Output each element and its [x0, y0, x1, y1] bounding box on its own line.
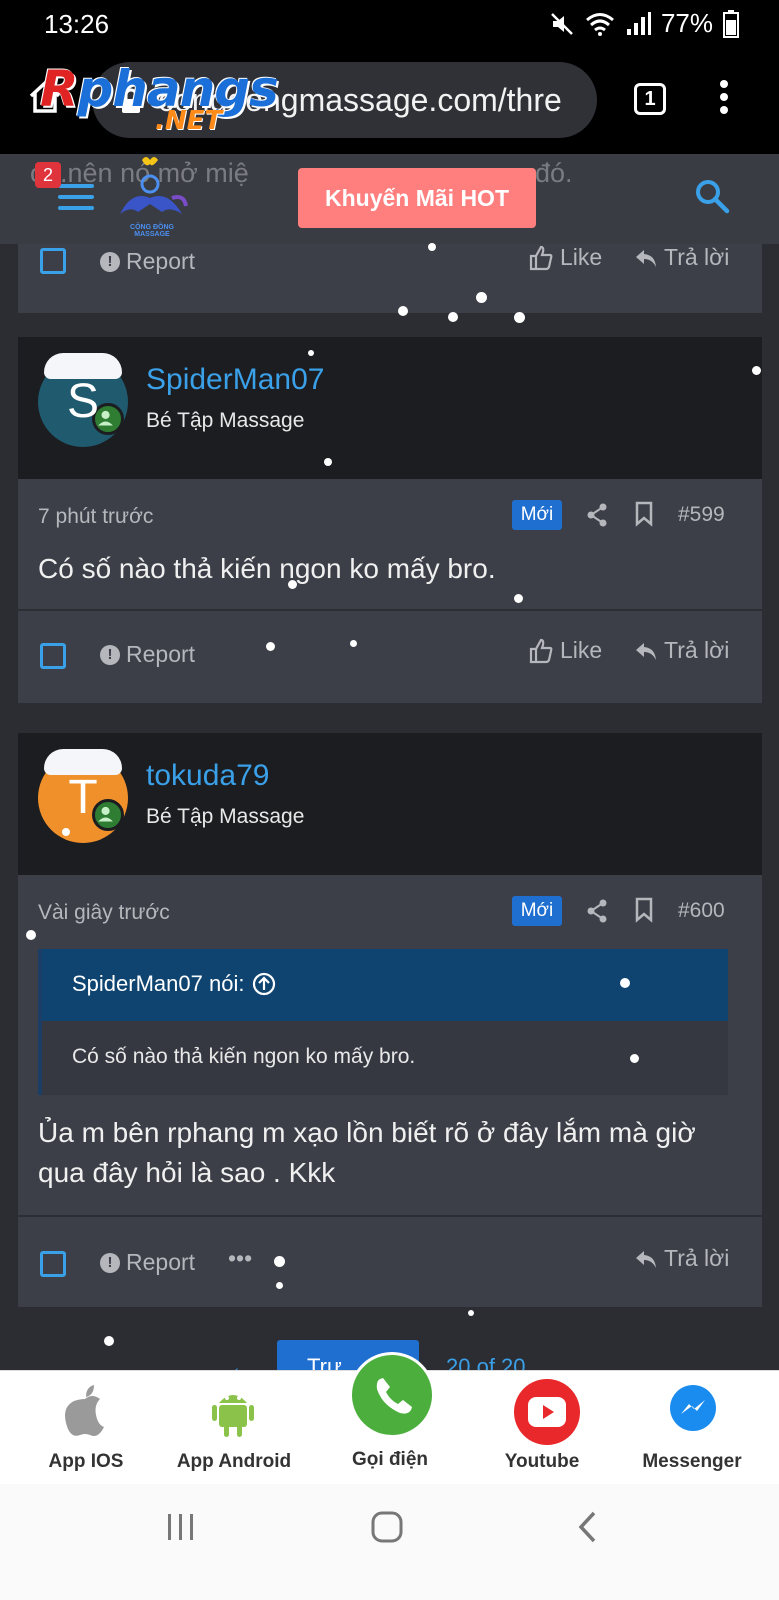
- bookmark-icon[interactable]: [634, 501, 654, 527]
- arrow-up-circle-icon[interactable]: [252, 972, 276, 996]
- home-nav-icon[interactable]: [370, 1510, 404, 1544]
- logo-caption: CỘNG ĐỒNG MASSAGE: [130, 224, 174, 238]
- quote-text: Có số nào thả kiến ngon ko mấy bro.: [72, 1045, 416, 1068]
- post-card: T tokuda79 Bé Tập Massage Vài giây trước…: [18, 733, 762, 1307]
- android-icon: [212, 1395, 254, 1437]
- post-content: Có số nào thả kiến ngon ko mấy bro.: [38, 553, 496, 584]
- quote-author: SpiderMan07 nói:: [72, 971, 276, 997]
- status-bar: 13:26 77%: [0, 0, 779, 50]
- previous-post-actions: ! Report Like Trả lời: [18, 244, 762, 313]
- new-badge: Mới: [512, 896, 562, 926]
- battery-icon: [723, 9, 739, 38]
- select-checkbox[interactable]: [40, 643, 66, 669]
- phone-icon[interactable]: [349, 1352, 435, 1438]
- reply-button[interactable]: Trả lời: [634, 1245, 729, 1272]
- report-button[interactable]: ! Report: [100, 248, 195, 275]
- search-icon[interactable]: [694, 178, 730, 214]
- apple-icon: [65, 1385, 104, 1436]
- battery-percent: 77%: [660, 8, 713, 38]
- reply-button[interactable]: Trả lời: [634, 637, 729, 664]
- like-label: Like: [560, 244, 603, 270]
- user-title: Bé Tập Massage: [146, 805, 305, 828]
- messenger-label: Messenger: [642, 1451, 742, 1472]
- reply-label: Trả lời: [664, 637, 730, 663]
- post-number[interactable]: #600: [678, 899, 725, 923]
- wifi-icon: [585, 12, 614, 36]
- post-meta: 7 phút trước Mới #599: [18, 495, 762, 535]
- youtube-label: Youtube: [504, 1451, 580, 1472]
- post-author-header: S SpiderMan07 Bé Tập Massage: [18, 337, 762, 479]
- post-meta: Vài giây trước Mới #600: [18, 891, 762, 931]
- youtube-icon: [514, 1379, 580, 1445]
- like-button[interactable]: Like: [528, 637, 602, 664]
- signal-icon: [626, 11, 651, 35]
- menu-icon[interactable]: [58, 184, 94, 217]
- like-button[interactable]: Like: [528, 244, 602, 271]
- share-icon[interactable]: [586, 503, 608, 527]
- back-nav-icon[interactable]: [576, 1510, 598, 1544]
- post-actions: ! Report ••• Trả lời: [18, 1237, 762, 1297]
- share-icon[interactable]: [586, 899, 608, 923]
- report-label: Report: [126, 248, 196, 274]
- reply-label: Trả lời: [664, 244, 730, 270]
- post-actions: ! Report Like Trả lời: [18, 629, 762, 689]
- promo-button[interactable]: Khuyến Mãi HOT: [298, 168, 536, 228]
- system-nav-bar: [0, 1484, 779, 1600]
- app-android-label: App Android: [176, 1451, 292, 1472]
- post-author-header: T tokuda79 Bé Tập Massage: [18, 733, 762, 875]
- alert-icon: !: [100, 1252, 120, 1273]
- reply-label: Trả lời: [664, 1245, 730, 1271]
- quote-author-label: SpiderMan07 nói:: [72, 971, 245, 996]
- like-label: Like: [560, 637, 603, 663]
- username[interactable]: tokuda79: [146, 759, 269, 793]
- username[interactable]: SpiderMan07: [146, 363, 324, 397]
- new-badge: Mới: [512, 500, 562, 530]
- quote-block: SpiderMan07 nói: Có số nào thả kiến ngon…: [38, 949, 728, 1095]
- post-content-line: qua đây hỏi là sao . Kkk: [38, 1157, 336, 1188]
- app-ios-label: App IOS: [48, 1451, 124, 1472]
- browser-menu-icon[interactable]: [720, 80, 730, 119]
- avatar-letter: S: [66, 375, 99, 428]
- alert-icon: !: [100, 644, 120, 665]
- select-checkbox[interactable]: [40, 1251, 66, 1277]
- recent-apps-icon[interactable]: [166, 1512, 196, 1542]
- call-label: Gọi điện: [352, 1449, 428, 1470]
- faded-post-text-end: đó.: [535, 158, 573, 188]
- report-label: Report: [126, 641, 196, 667]
- thumbs-up-icon: [529, 638, 553, 663]
- post-time[interactable]: 7 phút trước: [38, 505, 153, 529]
- divider: [18, 1215, 762, 1217]
- notification-badge[interactable]: 2: [35, 162, 61, 188]
- tab-switcher-button[interactable]: 1: [634, 83, 666, 115]
- reply-icon: [636, 249, 656, 267]
- watermark-logo: Rphangs .NET: [40, 60, 279, 136]
- post-time[interactable]: Vài giây trước: [38, 901, 170, 925]
- post-number[interactable]: #599: [678, 503, 725, 527]
- status-icons: 77%: [549, 8, 739, 39]
- avatar-letter: T: [68, 771, 98, 824]
- divider: [18, 609, 762, 611]
- bookmark-icon[interactable]: [634, 897, 654, 923]
- more-options-button[interactable]: •••: [228, 1245, 252, 1272]
- forum-header: ó...nên nó mở miệ đó. 2 CỘNG ĐỒNG MASSAG…: [0, 154, 779, 244]
- reply-button[interactable]: Trả lời: [634, 244, 729, 271]
- user-title: Bé Tập Massage: [146, 409, 305, 432]
- messenger-icon: [670, 1385, 716, 1431]
- report-button[interactable]: ! Report: [100, 641, 195, 668]
- post-content: Ủa m bên rphang m xạo lồn biết rõ ở đây …: [38, 1113, 696, 1193]
- post-content-line: Ủa m bên rphang m xạo lồn biết rõ ở đây …: [38, 1117, 696, 1148]
- mute-icon: [551, 12, 573, 35]
- select-checkbox[interactable]: [40, 248, 66, 274]
- status-time: 13:26: [44, 9, 110, 39]
- post-card: S SpiderMan07 Bé Tập Massage 7 phút trướ…: [18, 337, 762, 703]
- thumbs-up-icon: [529, 245, 553, 270]
- report-label: Report: [126, 1249, 196, 1275]
- reply-icon: [636, 1250, 656, 1268]
- alert-icon: !: [100, 251, 120, 272]
- reply-icon: [636, 642, 656, 660]
- report-button[interactable]: ! Report: [100, 1249, 195, 1276]
